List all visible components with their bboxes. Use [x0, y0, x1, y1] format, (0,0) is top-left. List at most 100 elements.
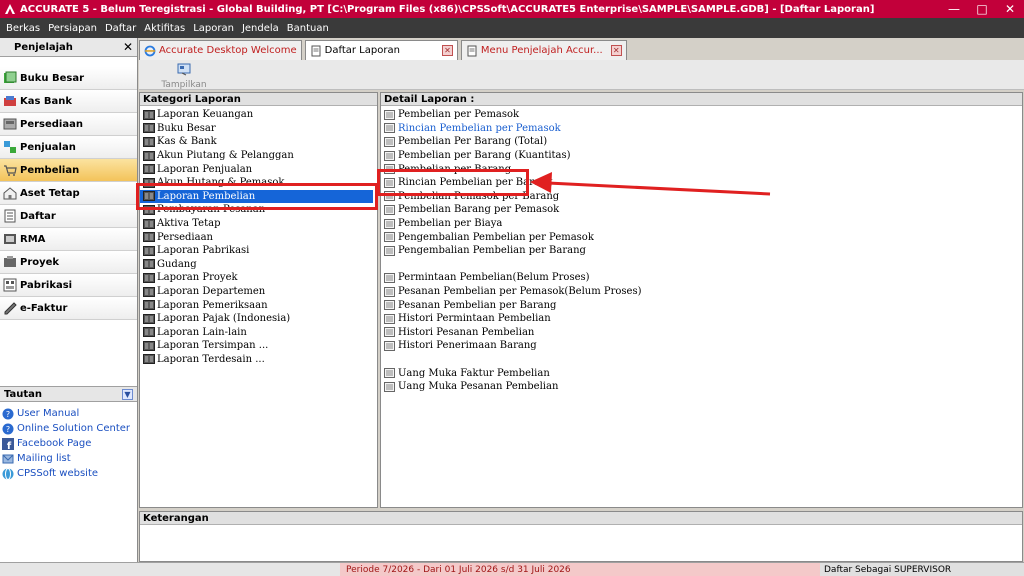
menu-aktifitas[interactable]: Aktifitas: [140, 23, 189, 34]
link-mailing-list[interactable]: Mailing list: [2, 451, 130, 466]
navigator-close-button[interactable]: ✕: [123, 40, 133, 54]
close-icon[interactable]: ✕: [610, 45, 622, 56]
report-item-label: Pembelian per Biaya: [398, 218, 503, 230]
report-item-label: Pembelian per Pemasok: [398, 109, 520, 121]
report-item[interactable]: Pembelian per Barang (Kuantitas): [381, 149, 1022, 163]
menu-persiapan[interactable]: Persiapan: [44, 23, 101, 34]
maximize-button[interactable]: □: [968, 0, 996, 18]
sidebar-item-e-faktur[interactable]: e-Faktur: [0, 297, 137, 320]
report-item[interactable]: Pengembalian Pembelian per Pemasok: [381, 230, 1022, 244]
report-item[interactable]: Pembelian per Pemasok: [381, 108, 1022, 122]
sidebar-item-label: Proyek: [20, 256, 60, 268]
kategori-item[interactable]: Akun Piutang & Pelanggan: [140, 149, 377, 163]
kategori-item[interactable]: Laporan Pemeriksaan: [140, 298, 377, 312]
status-bar: Periode 7/2026 - Dari 01 Juli 2026 s/d 3…: [0, 562, 1024, 576]
report-item[interactable]: Pembelian Barang per Pemasok: [381, 203, 1022, 217]
tab-accurate-desktop-welcome[interactable]: Accurate Desktop Welcome: [139, 40, 302, 60]
ledger-icon: [3, 71, 17, 85]
minimize-button[interactable]: —: [940, 0, 968, 18]
kategori-item-label: Laporan Lain-lain: [157, 326, 247, 338]
report-icon: [384, 232, 395, 243]
sidebar-item-buku-besar[interactable]: Buku Besar: [0, 67, 137, 90]
factory-icon: [3, 278, 17, 292]
report-item[interactable]: Histori Permintaan Pembelian: [381, 312, 1022, 326]
menu-berkas[interactable]: Berkas: [2, 23, 44, 34]
sidebar-item-persediaan[interactable]: Persediaan: [0, 113, 137, 136]
report-icon: [384, 204, 395, 215]
report-item-label: Pembelian per Barang (Kuantitas): [398, 150, 571, 162]
menu-daftar[interactable]: Daftar: [101, 23, 140, 34]
kategori-item[interactable]: Gudang: [140, 258, 377, 272]
cart-icon: [3, 163, 17, 177]
close-icon[interactable]: ✕: [441, 45, 453, 56]
preview-icon: [177, 63, 191, 79]
report-icon: [384, 245, 395, 256]
kategori-item[interactable]: Laporan Pabrikasi: [140, 244, 377, 258]
book-icon: [143, 354, 155, 365]
report-item[interactable]: Histori Pesanan Pembelian: [381, 326, 1022, 340]
kategori-item[interactable]: Aktiva Tetap: [140, 217, 377, 231]
link-cpssoft-website[interactable]: CPSSoft website: [2, 466, 130, 481]
kategori-item[interactable]: Buku Besar: [140, 122, 377, 136]
report-icon: [384, 272, 395, 283]
collapse-chevron-icon[interactable]: ▼: [122, 388, 133, 400]
kategori-item-label: Akun Piutang & Pelanggan: [157, 150, 294, 162]
sidebar-item-kas-bank[interactable]: Kas Bank: [0, 90, 137, 113]
report-item[interactable]: Pesanan Pembelian per Pemasok(Belum Pros…: [381, 285, 1022, 299]
accurate-logo-icon: [3, 2, 17, 16]
link-facebook-page[interactable]: f Facebook Page: [2, 436, 130, 452]
kategori-item[interactable]: Laporan Pajak (Indonesia): [140, 312, 377, 326]
sidebar-item-rma[interactable]: RMA: [0, 228, 137, 251]
document-icon: [310, 45, 322, 57]
kategori-header: Kategori Laporan: [140, 93, 377, 106]
report-item[interactable]: Rincian Pembelian per Pemasok: [381, 122, 1022, 136]
tab-daftar-laporan[interactable]: Daftar Laporan ✕: [304, 40, 458, 60]
ie-icon: [144, 45, 156, 57]
sidebar-item-daftar[interactable]: Daftar: [0, 205, 137, 228]
menu-bantuan[interactable]: Bantuan: [283, 23, 333, 34]
tab-menu-penjelajah[interactable]: Menu Penjelajah Accur... ✕: [460, 40, 627, 60]
kategori-item[interactable]: Laporan Proyek: [140, 271, 377, 285]
sidebar-item-proyek[interactable]: Proyek: [0, 251, 137, 274]
report-icon: [384, 123, 395, 134]
report-item[interactable]: Uang Muka Pesanan Pembelian: [381, 380, 1022, 394]
sidebar-item-label: Pembelian: [20, 164, 80, 176]
svg-text:?: ?: [6, 425, 10, 434]
report-item[interactable]: Permintaan Pembelian(Belum Proses): [381, 271, 1022, 285]
link-user-manual[interactable]: ? User Manual: [2, 406, 130, 421]
kategori-item[interactable]: Laporan Tersimpan ...: [140, 339, 377, 353]
kategori-item[interactable]: Persediaan: [140, 230, 377, 244]
kategori-laporan-panel: Kategori Laporan Laporan Keuangan Buku Be…: [139, 92, 378, 508]
kategori-item-label: Laporan Penjualan: [157, 163, 253, 175]
kategori-item[interactable]: Laporan Keuangan: [140, 108, 377, 122]
menu-laporan[interactable]: Laporan: [189, 23, 238, 34]
sidebar-item-label: Penjualan: [20, 141, 76, 153]
menu-jendela[interactable]: Jendela: [238, 23, 283, 34]
sidebar-item-penjualan[interactable]: Penjualan: [0, 136, 137, 159]
detail-list: Pembelian per Pemasok Rincian Pembelian p…: [381, 106, 1022, 393]
report-item[interactable]: Pesanan Pembelian per Barang: [381, 298, 1022, 312]
document-tabs: Accurate Desktop Welcome Daftar Laporan …: [139, 40, 630, 60]
link-label: Online Solution Center: [17, 423, 131, 434]
tampilkan-button[interactable]: Tampilkan: [159, 63, 209, 90]
report-icon: [384, 300, 395, 311]
kategori-item[interactable]: Laporan Penjualan: [140, 162, 377, 176]
book-icon: [143, 150, 155, 161]
sidebar-item-pabrikasi[interactable]: Pabrikasi: [0, 274, 137, 297]
report-item[interactable]: Pembelian Per Barang (Total): [381, 135, 1022, 149]
report-item[interactable]: Pengembalian Pembelian per Barang: [381, 244, 1022, 258]
kategori-item[interactable]: Kas & Bank: [140, 135, 377, 149]
kategori-list: Laporan Keuangan Buku Besar Kas & Bank Akun…: [140, 106, 377, 366]
kategori-item[interactable]: Laporan Departemen: [140, 285, 377, 299]
sidebar-item-aset-tetap[interactable]: Aset Tetap: [0, 182, 137, 205]
kategori-item[interactable]: Laporan Terdesain ...: [140, 353, 377, 367]
close-window-button[interactable]: ✕: [996, 0, 1024, 18]
link-online-solution-center[interactable]: ? Online Solution Center: [2, 421, 130, 436]
report-item[interactable]: Histori Penerimaan Barang: [381, 339, 1022, 353]
report-item[interactable]: Uang Muka Faktur Pembelian: [381, 366, 1022, 380]
sidebar-item-pembelian[interactable]: Pembelian: [0, 159, 137, 182]
kategori-item[interactable]: Laporan Lain-lain: [140, 326, 377, 340]
report-item-label: Pengembalian Pembelian per Barang: [398, 245, 586, 257]
report-item[interactable]: Pembelian per Biaya: [381, 217, 1022, 231]
